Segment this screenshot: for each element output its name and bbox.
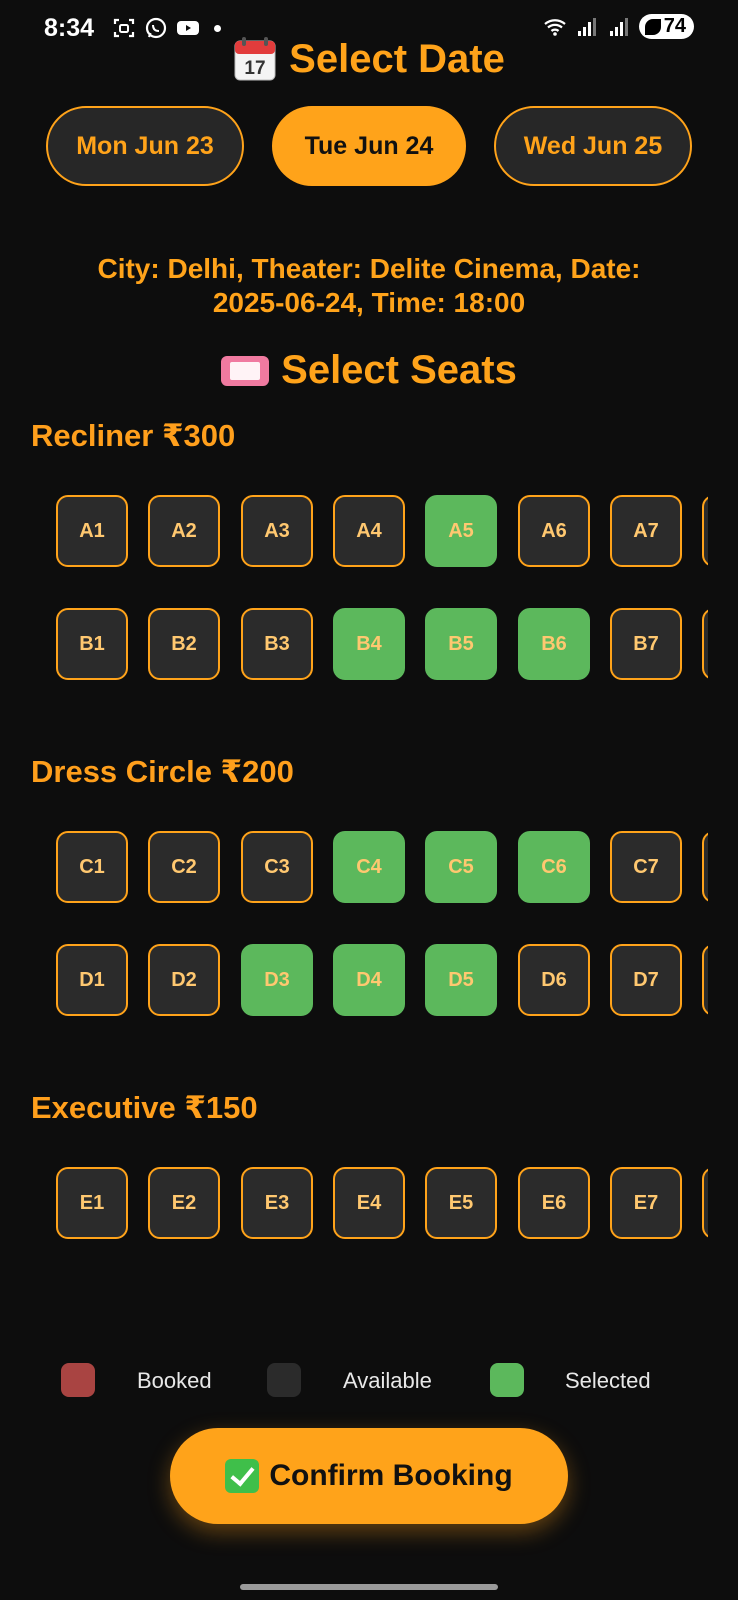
seat-row: B1 B2 B3 B4 B5 B6 B7 — [56, 608, 708, 680]
seat-more[interactable] — [702, 831, 708, 903]
seat-e4[interactable]: E4 — [333, 1167, 405, 1239]
date-option-selected[interactable]: Tue Jun 24 — [272, 106, 466, 186]
seat-e5[interactable]: E5 — [425, 1167, 497, 1239]
seat-d4[interactable]: D4 — [333, 944, 405, 1016]
legend-label: Booked — [137, 1368, 212, 1393]
seat-c6[interactable]: C6 — [518, 831, 590, 903]
signal-icon — [577, 17, 596, 36]
seat-c4[interactable]: C4 — [333, 831, 405, 903]
booking-info-line: 2025-06-24, Time: 18:00 — [212, 287, 526, 318]
seat-a6[interactable]: A6 — [518, 495, 590, 567]
seat-more[interactable] — [702, 608, 708, 680]
seat-b6[interactable]: B6 — [518, 608, 590, 680]
seat-c5[interactable]: C5 — [425, 831, 497, 903]
booked-swatch — [61, 1363, 95, 1397]
seat-d2[interactable]: D2 — [148, 944, 220, 1016]
seat-legend: Booked Available Selected — [0, 1363, 738, 1399]
date-option[interactable]: Mon Jun 23 — [46, 106, 244, 186]
seat-a1[interactable]: A1 — [56, 495, 128, 567]
seats-header: Select Seats — [0, 348, 738, 393]
seat-a3[interactable]: A3 — [241, 495, 313, 567]
ticket-icon — [221, 355, 270, 386]
seat-b2[interactable]: B2 — [148, 608, 220, 680]
section-title: Dress Circle ₹200 — [31, 754, 294, 789]
seat-d6[interactable]: D6 — [518, 944, 590, 1016]
seat-b4[interactable]: B4 — [333, 608, 405, 680]
seat-d3[interactable]: D3 — [241, 944, 313, 1016]
seat-a7[interactable]: A7 — [610, 495, 682, 567]
seat-b7[interactable]: B7 — [610, 608, 682, 680]
seat-e2[interactable]: E2 — [148, 1167, 220, 1239]
seat-row: C1 C2 C3 C4 C5 C6 C7 — [56, 831, 708, 903]
seat-e1[interactable]: E1 — [56, 1167, 128, 1239]
seat-more[interactable] — [702, 1167, 708, 1239]
seat-c7[interactable]: C7 — [610, 831, 682, 903]
date-selector: Mon Jun 23 Tue Jun 24 Wed Jun 25 — [46, 106, 692, 186]
seat-a5[interactable]: A5 — [425, 495, 497, 567]
selected-swatch — [490, 1363, 524, 1397]
seat-d5[interactable]: D5 — [425, 944, 497, 1016]
confirm-booking-label: Confirm Booking — [269, 1459, 513, 1492]
legend-label: Selected — [565, 1368, 651, 1393]
seat-more[interactable] — [702, 944, 708, 1016]
date-option[interactable]: Wed Jun 25 — [494, 106, 692, 186]
seat-d7[interactable]: D7 — [610, 944, 682, 1016]
seat-e6[interactable]: E6 — [518, 1167, 590, 1239]
seat-a2[interactable]: A2 — [148, 495, 220, 567]
signal-icon — [609, 17, 628, 36]
seat-more[interactable] — [702, 495, 708, 567]
wifi-icon — [544, 18, 566, 36]
legend-label: Available — [343, 1368, 432, 1393]
available-swatch — [267, 1363, 301, 1397]
seat-b1[interactable]: B1 — [56, 608, 128, 680]
svg-text:17: 17 — [245, 58, 266, 79]
seat-row: A1 A2 A3 A4 A5 A6 A7 — [56, 495, 708, 567]
seat-d1[interactable]: D1 — [56, 944, 128, 1016]
booking-info-line: City: Delhi, Theater: Delite Cinema, Dat… — [97, 253, 641, 284]
seat-c2[interactable]: C2 — [148, 831, 220, 903]
section-title: Executive ₹150 — [31, 1090, 258, 1125]
calendar-icon: 17 — [234, 37, 276, 81]
battery-saver-icon — [644, 18, 661, 35]
seat-c3[interactable]: C3 — [241, 831, 313, 903]
date-header: 17 Select Date — [0, 36, 738, 82]
seat-c1[interactable]: C1 — [56, 831, 128, 903]
section-title: Recliner ₹300 — [31, 418, 236, 453]
battery-level: 74 — [663, 15, 686, 37]
seat-e7[interactable]: E7 — [610, 1167, 682, 1239]
seat-e3[interactable]: E3 — [241, 1167, 313, 1239]
seats-title: Select Seats — [281, 348, 517, 392]
confirm-booking-button[interactable]: Confirm Booking — [170, 1428, 568, 1524]
home-indicator[interactable] — [240, 1584, 498, 1590]
page-title: Select Date — [289, 36, 505, 81]
seat-a4[interactable]: A4 — [333, 495, 405, 567]
check-icon — [225, 1459, 260, 1493]
booking-info: City: Delhi, Theater: Delite Cinema, Dat… — [40, 252, 698, 320]
dot-icon — [214, 24, 221, 32]
seat-row: D1 D2 D3 D4 D5 D6 D7 — [56, 944, 708, 1016]
seat-row: E1 E2 E3 E4 E5 E6 E7 — [56, 1167, 708, 1239]
seat-b5[interactable]: B5 — [425, 608, 497, 680]
seat-b3[interactable]: B3 — [241, 608, 313, 680]
